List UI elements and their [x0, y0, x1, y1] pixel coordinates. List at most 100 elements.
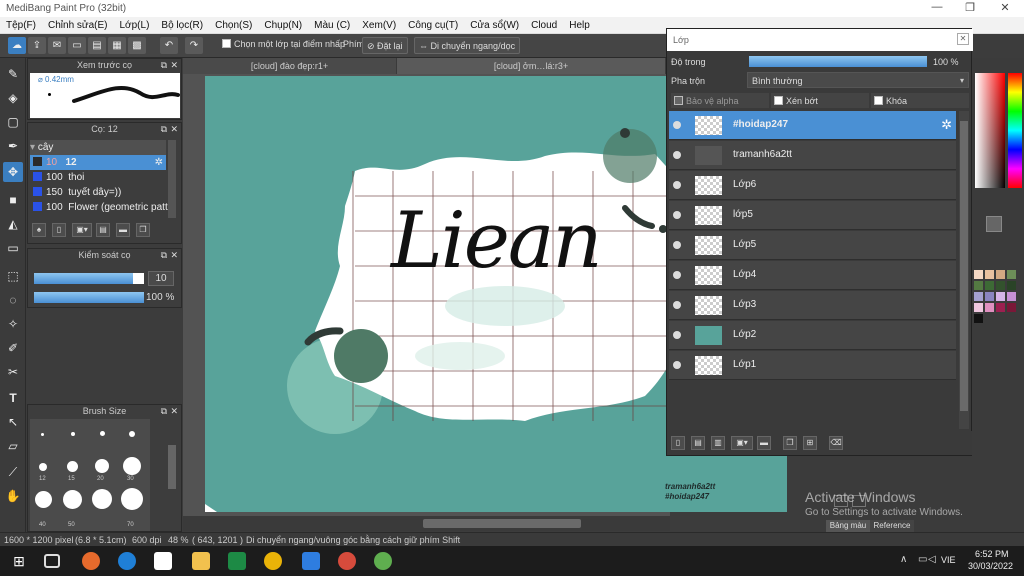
size-dot[interactable]: [63, 490, 82, 509]
size-dot[interactable]: [121, 488, 143, 510]
gradient-tool-icon[interactable]: ▭: [3, 238, 23, 258]
clock-date[interactable]: 30/03/2022: [968, 561, 1013, 571]
clipping-checkbox[interactable]: [774, 96, 783, 105]
expand-icon[interactable]: ⧉: [161, 405, 167, 417]
divide-tool-icon[interactable]: ▱: [3, 436, 23, 456]
palette-swatch[interactable]: [996, 270, 1005, 279]
size-dot[interactable]: [129, 431, 135, 437]
eye-icon[interactable]: [673, 331, 681, 339]
tab-reference[interactable]: Reference: [870, 520, 914, 532]
palette-swatch[interactable]: [985, 270, 994, 279]
duplicate-layer-icon[interactable]: ❐: [783, 436, 797, 450]
gear-icon[interactable]: ✲: [155, 155, 163, 170]
close-icon[interactable]: ✕: [170, 405, 178, 417]
menu-cloud[interactable]: Cloud: [525, 17, 563, 31]
layer-row[interactable]: tramanh6a2tt: [669, 141, 956, 170]
size-dot[interactable]: [71, 432, 75, 436]
medibang-icon[interactable]: [374, 552, 392, 570]
layer-opacity-slider[interactable]: [749, 56, 927, 67]
grid-icon[interactable]: ▦: [108, 37, 126, 54]
size-dot[interactable]: [67, 461, 78, 472]
undo-icon[interactable]: ↶: [160, 37, 178, 54]
brush-list-scrollbar[interactable]: [168, 140, 176, 218]
menu-filter[interactable]: Bộ lọc(R): [155, 17, 209, 31]
size-value[interactable]: 10: [148, 271, 174, 286]
duplicate-icon[interactable]: ❐: [136, 223, 150, 237]
palette-swatch[interactable]: [985, 292, 994, 301]
layer-row[interactable]: lớp5: [669, 201, 956, 230]
layer-menu-icon[interactable]: ▣▾: [731, 436, 753, 450]
hue-slider[interactable]: [1008, 73, 1022, 188]
size-slider[interactable]: [34, 273, 144, 284]
close-icon[interactable]: ✕: [957, 33, 969, 45]
eye-icon[interactable]: [673, 121, 681, 129]
lasso-tool-icon[interactable]: ◌: [3, 290, 23, 310]
edge-icon[interactable]: [118, 552, 136, 570]
brush-size-scrollbar[interactable]: [168, 445, 176, 489]
add-brush-icon[interactable]: ♠: [32, 223, 46, 237]
merge-layer-icon[interactable]: ⊞: [803, 436, 817, 450]
protect-alpha-checkbox[interactable]: [674, 96, 683, 105]
expand-icon[interactable]: ⧉: [161, 123, 167, 135]
chrome-profile-icon[interactable]: [338, 552, 356, 570]
new-layer-icon[interactable]: ▯: [671, 436, 685, 450]
menu-help[interactable]: Help: [563, 17, 596, 31]
palette-swatch[interactable]: [974, 314, 983, 323]
store-icon[interactable]: [154, 552, 172, 570]
eye-icon[interactable]: [673, 361, 681, 369]
rect-tool-icon[interactable]: ▢: [3, 112, 23, 132]
gear-icon[interactable]: ✲: [941, 117, 952, 133]
brush-menu-icon[interactable]: ▣▾: [72, 223, 92, 237]
hand-tool-icon[interactable]: ✋: [3, 486, 23, 506]
brush-item[interactable]: 10 12 ✲: [30, 155, 166, 170]
layer-scroll-thumb[interactable]: [960, 121, 968, 411]
delete-layer-icon[interactable]: ⌫: [829, 436, 843, 450]
maximize-button[interactable]: ❐: [955, 1, 985, 16]
brush-item[interactable]: 150 tuyết dây=)): [30, 185, 121, 200]
text-tool-icon[interactable]: T: [3, 388, 23, 408]
tab-color[interactable]: Bảng màu: [826, 520, 870, 532]
page-icon[interactable]: ▤: [88, 37, 106, 54]
scroll-thumb[interactable]: [423, 519, 581, 528]
volume-icon[interactable]: ◁: [928, 554, 936, 565]
expand-icon[interactable]: ⧉: [161, 59, 167, 71]
tab-document-1[interactable]: [cloud] đào đẹp:r1+: [183, 58, 396, 74]
move-tool-icon[interactable]: ✥: [3, 162, 23, 182]
select-pen-tool-icon[interactable]: ✐: [3, 338, 23, 358]
layer-row[interactable]: Lớp2: [669, 321, 956, 350]
explorer-icon[interactable]: [192, 552, 210, 570]
menu-view[interactable]: Xem(V): [356, 17, 402, 31]
eye-icon[interactable]: [673, 301, 681, 309]
layer-row[interactable]: Lớp6: [669, 171, 956, 200]
move-constraint-button[interactable]: ⇔ Di chuyển ngang/dọc: [414, 37, 521, 54]
lock-checkbox[interactable]: [874, 96, 883, 105]
zalo-icon[interactable]: [302, 552, 320, 570]
palette-swatch[interactable]: [1007, 303, 1016, 312]
menu-file[interactable]: Tệp(F): [0, 17, 42, 31]
wand-tool-icon[interactable]: ✧: [3, 314, 23, 334]
new-brush-icon[interactable]: ▯: [52, 223, 66, 237]
expand-icon[interactable]: ⧉: [161, 249, 167, 261]
redo-icon[interactable]: ↷: [185, 37, 203, 54]
task-view-icon[interactable]: [44, 554, 60, 568]
layer-row[interactable]: Lớp4: [669, 261, 956, 290]
opacity-slider[interactable]: [34, 292, 144, 303]
brush-group-row[interactable]: ▾ cây: [30, 140, 166, 155]
chrome-icon[interactable]: [264, 552, 282, 570]
palette-swatch[interactable]: [996, 303, 1005, 312]
pen-tool-icon[interactable]: ✒: [3, 136, 23, 156]
brush-item[interactable]: 100 Flower (geometric patt: [30, 200, 168, 215]
select-eraser-tool-icon[interactable]: ✂: [3, 362, 23, 382]
eraser-tool-icon[interactable]: ◈: [3, 88, 23, 108]
select-layer-checkbox[interactable]: [222, 39, 231, 48]
palette-swatch[interactable]: [974, 281, 983, 290]
eye-icon[interactable]: [673, 181, 681, 189]
close-icon[interactable]: ✕: [170, 123, 178, 135]
protect-alpha-option[interactable]: Bảo vệ alpha: [671, 93, 769, 108]
select-layer-option[interactable]: Chọn một lớp tại điểm nhấp: [222, 39, 345, 49]
clock-time[interactable]: 6:52 PM: [975, 549, 1009, 559]
eye-icon[interactable]: [673, 241, 681, 249]
edit-brush-icon[interactable]: ▤: [96, 223, 110, 237]
layer-row[interactable]: Lớp1: [669, 351, 956, 380]
comment-icon[interactable]: ▭: [68, 37, 86, 54]
